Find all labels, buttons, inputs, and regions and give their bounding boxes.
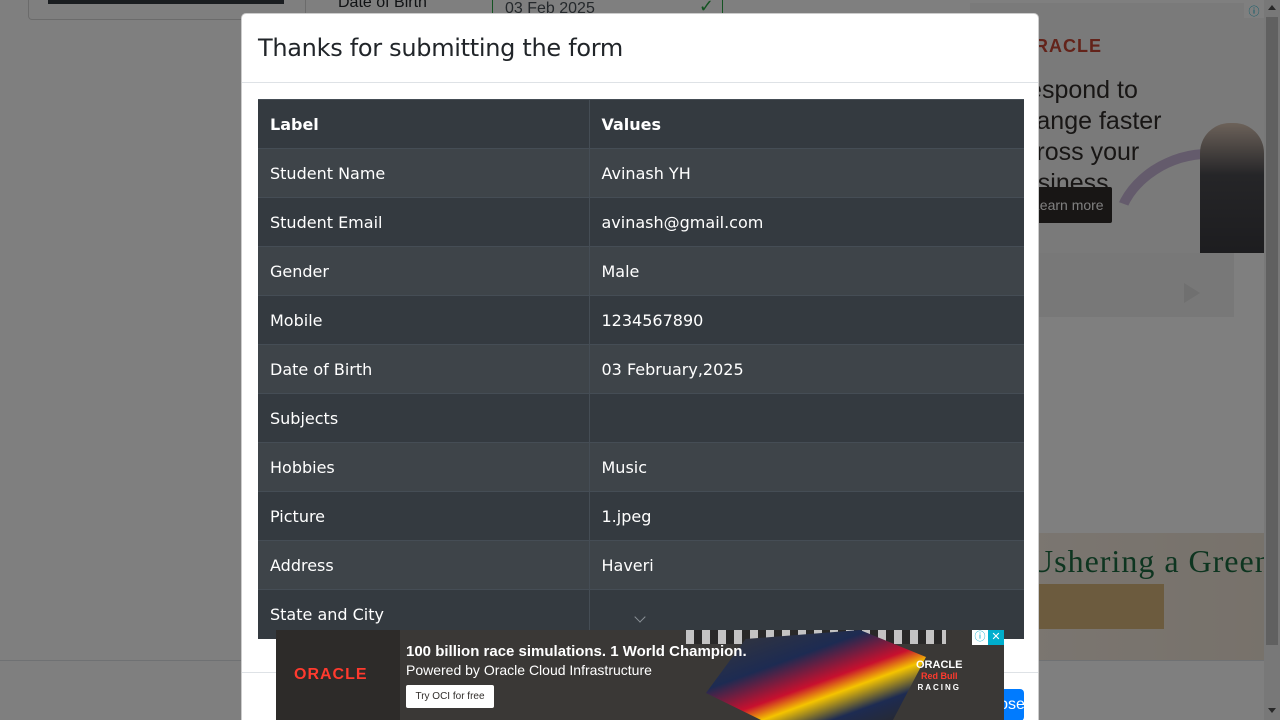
modal-header: Thanks for submitting the form [242,14,1038,83]
modal-title: Thanks for submitting the form [258,34,623,62]
row-label: Student Name [258,148,590,198]
results-table: Label Values Student Name Avinash YH Stu… [258,99,1024,639]
row-value: 03 February,2025 [589,344,1024,394]
row-value: Music [589,442,1024,492]
row-value [589,393,1024,443]
table-row: Picture 1.jpeg [258,491,1024,541]
row-value: 1234567890 [589,295,1024,345]
ad-bottom-subline: Powered by Oracle Cloud Infrastructure [406,662,652,678]
chevron-down-icon [633,611,646,623]
try-oci-button[interactable]: Try OCI for free [406,685,494,708]
ad-oracle-logo: ORACLE [294,666,368,683]
submission-modal: Thanks for submitting the form Label Val… [241,13,1039,720]
table-row: Gender Male [258,246,1024,296]
table-row: Hobbies Music [258,442,1024,492]
row-value: Male [589,246,1024,296]
row-label: Student Email [258,197,590,247]
ad-close-icon[interactable]: ✕ [988,630,1004,645]
ad-logo-box: ORACLE [276,630,400,720]
ad-bottom-headline: 100 billion race simulations. 1 World Ch… [406,643,747,660]
table-row: Student Email avinash@gmail.com [258,197,1024,247]
table-row: Date of Birth 03 February,2025 [258,344,1024,394]
row-label: Subjects [258,393,590,443]
table-row: Mobile 1234567890 [258,295,1024,345]
ad-info-icon[interactable]: ⓘ [972,630,988,645]
partner-redbull-text: Red Bull [920,671,958,681]
partner-oracle-text: ORACLE [916,659,963,671]
row-value: Haveri [589,540,1024,590]
ad-bottom-banner[interactable]: ORACLE 100 billion race simulations. 1 W… [276,630,1004,720]
header-label: Label [258,99,590,149]
ad-partner-logo: ORACLE Red Bull RACING [916,660,962,693]
row-label: Mobile [258,295,590,345]
row-label: Date of Birth [258,344,590,394]
row-label: Gender [258,246,590,296]
row-label: Address [258,540,590,590]
table-row: Student Name Avinash YH [258,148,1024,198]
row-value: avinash@gmail.com [589,197,1024,247]
table-row: Address Haveri [258,540,1024,590]
row-value: Avinash YH [589,148,1024,198]
row-label: Picture [258,491,590,541]
table-row: Subjects [258,393,1024,443]
modal-body[interactable]: Label Values Student Name Avinash YH Stu… [258,99,1024,640]
header-values: Values [589,99,1024,149]
row-label: Hobbies [258,442,590,492]
row-value: 1.jpeg [589,491,1024,541]
partner-racing-text: RACING [917,683,961,692]
table-header-row: Label Values [258,99,1024,149]
